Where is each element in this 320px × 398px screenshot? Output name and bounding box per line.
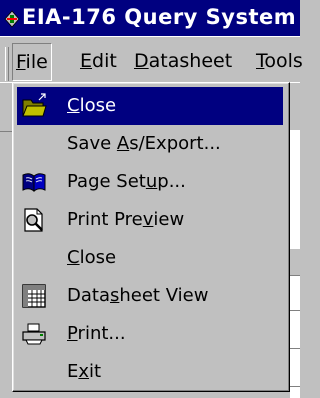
background-grid-line: [290, 386, 300, 387]
background-datasheet: [290, 130, 300, 398]
menu-item-label: Page Setup...: [67, 171, 186, 192]
menu-item-print-preview[interactable]: Print Preview: [17, 201, 283, 239]
printer-icon: [22, 323, 46, 345]
menu-item-label: Print...: [67, 323, 126, 344]
app-icon[interactable]: [4, 10, 20, 28]
window-title: EIA-176 Query System: [22, 5, 297, 29]
menu-item-label: Close: [67, 95, 117, 116]
menu-item-save-as-export[interactable]: Save As/Export...: [17, 125, 283, 163]
menu-item-label: Close: [67, 247, 117, 268]
menu-item-close[interactable]: Close: [17, 87, 283, 125]
background-grid-line: [290, 310, 300, 311]
menu-item-print[interactable]: Print...: [17, 315, 283, 353]
open-folder-icon: [22, 93, 47, 117]
menu-item-exit[interactable]: Exit: [17, 353, 283, 391]
file-menu-dropdown: Close Save As/Export... Page Setup... Pr…: [12, 82, 290, 392]
menu-tools[interactable]: Tools: [256, 43, 303, 79]
menu-item-close-2[interactable]: Close: [17, 239, 283, 277]
menu-item-label: Exit: [67, 361, 102, 382]
book-icon: [22, 173, 46, 193]
menu-edit[interactable]: Edit: [80, 43, 117, 79]
menu-item-datasheet-view[interactable]: Datasheet View: [17, 277, 283, 315]
menu-bar: File Edit Datasheet Tools: [0, 36, 303, 83]
menu-item-label: Save As/Export...: [67, 133, 221, 154]
menubar-grip[interactable]: [5, 47, 9, 81]
menu-item-page-setup[interactable]: Page Setup...: [17, 163, 283, 201]
background-column-header: [290, 248, 300, 276]
menu-file[interactable]: File: [12, 43, 52, 81]
menu-datasheet[interactable]: Datasheet: [134, 43, 232, 79]
datasheet-icon: [22, 284, 46, 308]
background-grid-line: [290, 348, 300, 349]
print-preview-icon: [24, 208, 43, 232]
title-bar[interactable]: EIA-176 Query System: [0, 0, 300, 36]
menu-item-label: Print Preview: [67, 209, 185, 230]
menu-item-label: Datasheet View: [67, 285, 209, 306]
